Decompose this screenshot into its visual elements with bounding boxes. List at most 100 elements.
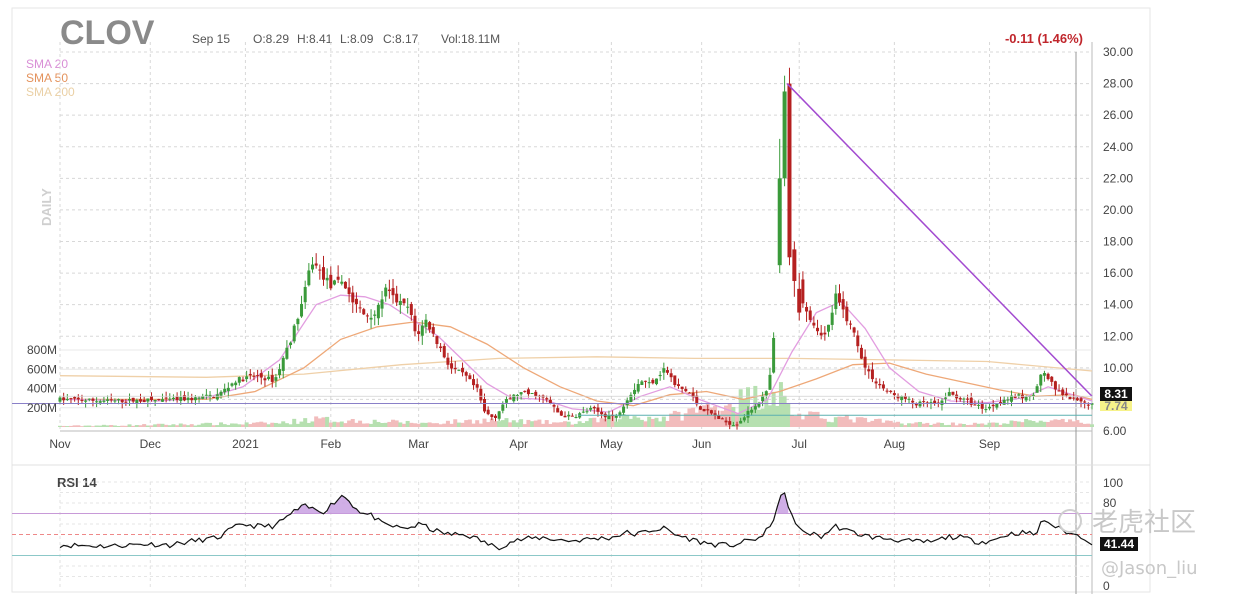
volume-bar [438,424,443,427]
volume-bar [943,425,948,427]
candle-body [695,395,699,405]
volume-bar [222,424,227,427]
volume-bar [899,423,904,427]
volume-bar [405,420,410,427]
candle-body [592,406,596,409]
volume-bar [599,418,604,427]
volume-bar [614,421,619,427]
volume-bar [1038,420,1043,427]
volume-bar [332,421,337,427]
candle-body [640,381,644,385]
candle-body [431,327,435,334]
volume-bar [961,423,966,427]
candle-body [171,397,175,400]
volume-bar [361,423,366,427]
volume-bar [453,419,458,427]
volume-tick-label: 200M [27,401,57,415]
candle-body [988,406,992,409]
candle-body [95,401,99,403]
candle-body [570,415,574,417]
candle-body [805,306,809,312]
volume-bar [197,424,202,427]
candle-body [307,270,311,286]
candle-body [252,375,256,377]
volume-bar [969,424,974,427]
volume-bar [650,418,655,427]
volume-bar [288,424,293,427]
volume-bar [625,415,630,427]
candle-body [139,399,143,402]
candle-body [589,407,593,410]
volume-bar [398,422,403,427]
volume-bar [1071,421,1076,427]
time-tick-label: May [600,437,623,451]
candle-body [911,400,915,403]
volume-bar [127,424,132,427]
volume-bar [478,423,483,427]
time-tick-label: Mar [408,437,429,451]
volume-bar [273,422,278,427]
volume-bar [303,418,308,427]
candle-body [58,397,62,402]
volume-bar [1031,421,1036,427]
candle-body [508,398,512,400]
volume-bar [804,415,809,427]
candle-body [830,312,834,325]
volume-bar [112,425,117,427]
volume-bar [808,411,813,427]
candle-body [874,381,878,384]
volume-bar [391,419,396,427]
volume-bar [811,411,816,427]
candle-body [179,397,183,401]
volume-bar [1002,423,1007,427]
price-change: -0.11 (1.46%) [1005,31,1083,46]
volume-bar [800,419,805,427]
volume-bar [145,425,150,427]
candle-body [325,277,329,281]
volume-bar [383,422,388,427]
volume-bar [939,422,944,427]
volume-bar [676,411,681,427]
candle-body [709,410,713,414]
volume-bar [914,422,919,427]
candle-body [245,376,249,380]
candle-body [680,386,684,389]
candle-body [852,327,856,333]
volume-bar [460,422,465,427]
candle-body [490,414,494,418]
candle-body [435,336,439,344]
volume-bar [775,405,780,427]
price-tick-label: 6.00 [1103,424,1127,438]
candle-body [442,346,446,358]
volume-bar [500,420,505,427]
candle-body [834,293,838,309]
candle-body [746,410,750,418]
sma200-legend: SMA 200 [26,85,75,99]
candle-body [622,406,626,413]
volume-bar [423,422,428,427]
volume-bar [149,425,154,427]
volume-bar [852,422,857,427]
volume-bar [409,422,414,427]
volume-bar [369,423,374,427]
candle-body [995,403,999,408]
volume-bar [555,422,560,427]
candle-body [559,411,563,416]
volume-bar [171,424,176,427]
candle-body [336,276,340,280]
volume-bar [815,411,820,427]
candle-body [600,411,604,415]
volume-bar [1016,421,1021,427]
candle-body [365,315,369,317]
price-tick-label: 12.00 [1103,329,1133,343]
candle-body [1039,374,1043,386]
volume-bar [262,422,267,427]
volume-bar [782,395,787,427]
volume-bar [826,421,831,427]
trendline-price-badge: 7.74 [1100,399,1132,413]
candle-body [303,286,307,303]
volume-bar [255,422,260,427]
volume-bar [200,423,205,427]
candle-body [428,322,432,330]
volume-bar [475,420,480,427]
